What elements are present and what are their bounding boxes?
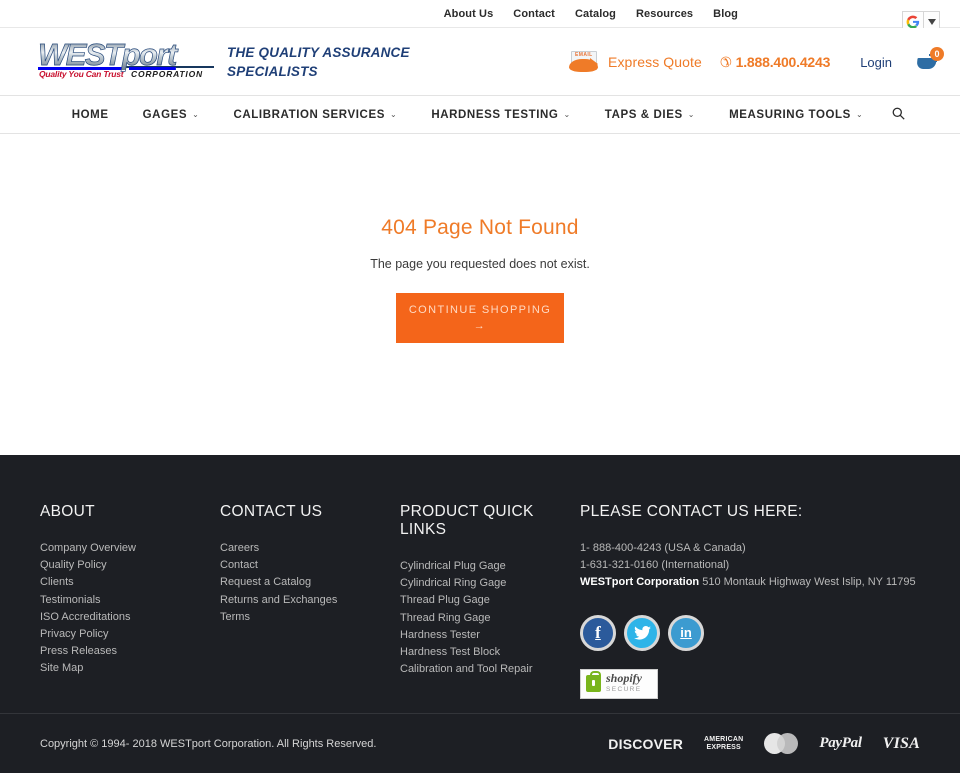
- footer-heading-product-quick-links: PRODUCT QUICK LINKS: [400, 503, 534, 538]
- amex-line-2: EXPRESS: [706, 743, 741, 751]
- phone-number-link[interactable]: 1.888.400.4243: [736, 54, 831, 70]
- twitter-icon[interactable]: [624, 614, 660, 651]
- footer-link-press-releases[interactable]: Press Releases: [40, 643, 220, 660]
- chevron-down-icon: ⌄: [687, 110, 696, 119]
- arrow-right-icon: →: [473, 320, 487, 332]
- footer-link-contact[interactable]: Contact: [220, 557, 400, 574]
- cart-count-badge: 0: [930, 47, 944, 61]
- tagline-line-2: SPECIALISTS: [227, 63, 318, 79]
- tagline-line-1: THE QUALITY ASSURANCE: [227, 44, 410, 60]
- login-link[interactable]: Login: [860, 55, 892, 70]
- chevron-down-icon: ⌄: [855, 110, 864, 119]
- footer-column-product-quick-links: PRODUCT QUICK LINKS Cylindrical Plug Gag…: [400, 503, 580, 699]
- footer-bottom-bar: Copyright © 1994- 2018 WESTport Corporat…: [0, 713, 960, 773]
- continue-shopping-label: CONTINUE SHOPPING: [408, 304, 552, 316]
- footer-address: WESTport Corporation 510 Montauk Highway…: [580, 574, 920, 591]
- main-content: 404 Page Not Found The page you requeste…: [0, 134, 960, 455]
- linkedin-icon[interactable]: in: [668, 614, 704, 651]
- footer-link-hardness-test-block[interactable]: Hardness Test Block: [400, 644, 580, 661]
- chevron-down-icon: ⌄: [192, 110, 200, 119]
- footer-link-terms[interactable]: Terms: [220, 609, 400, 626]
- visa-icon: VISA: [882, 734, 920, 752]
- footer-link-hardness-tester[interactable]: Hardness Tester: [400, 627, 580, 644]
- logo-text-port: port: [121, 36, 177, 72]
- nav-item-calibration-services[interactable]: CALIBRATION SERVICES ⌄: [216, 109, 414, 121]
- payment-methods: DISCOVER AMERICAN EXPRESS PayPal VISA: [608, 733, 920, 754]
- nav-label: CALIBRATION SERVICES: [233, 108, 385, 121]
- footer-link-thread-plug-gage[interactable]: Thread Plug Gage: [400, 592, 580, 609]
- nav-label: MEASURING TOOLS: [729, 108, 851, 121]
- email-envelope-icon: EMAIL: [568, 47, 602, 77]
- search-icon[interactable]: [892, 107, 905, 123]
- footer-link-privacy-policy[interactable]: Privacy Policy: [40, 626, 220, 643]
- footer-phone-international: 1-631-321-0160 (International): [580, 559, 730, 572]
- footer-link-clients[interactable]: Clients: [40, 574, 220, 591]
- lock-icon: [586, 671, 601, 693]
- footer-link-iso-accreditations[interactable]: ISO Accreditations: [40, 609, 220, 626]
- nav-label: TAPS & DIES: [604, 108, 683, 121]
- nav-item-hardness-testing[interactable]: HARDNESS TESTING ⌄: [414, 109, 587, 121]
- topbar-link-blog[interactable]: Blog: [713, 8, 738, 20]
- footer-link-thread-ring-gage[interactable]: Thread Ring Gage: [400, 610, 580, 627]
- footer-heading-contact-us: CONTACT US: [220, 503, 323, 520]
- amex-line-1: AMERICAN: [704, 735, 744, 743]
- footer-link-testimonials[interactable]: Testimonials: [40, 592, 220, 609]
- nav-item-gages[interactable]: GAGES ⌄: [126, 109, 217, 121]
- topbar-link-contact[interactable]: Contact: [513, 8, 555, 20]
- footer-link-request-a-catalog[interactable]: Request a Catalog: [220, 574, 400, 591]
- footer-link-company-overview[interactable]: Company Overview: [40, 540, 220, 557]
- copyright-text: Copyright © 1994- 2018 WESTport Corporat…: [40, 737, 377, 750]
- discover-icon: DISCOVER: [608, 735, 684, 752]
- nav-label: HOME: [71, 108, 109, 121]
- footer-phone-usa: 1- 888-400-4243 (USA & Canada): [580, 542, 746, 554]
- footer-link-cylindrical-ring-gage[interactable]: Cylindrical Ring Gage: [400, 575, 580, 592]
- footer-link-returns-and-exchanges[interactable]: Returns and Exchanges: [220, 592, 400, 609]
- shopify-secure-label: SECURE: [606, 685, 642, 693]
- nav-label: HARDNESS TESTING: [431, 108, 559, 121]
- chevron-down-icon: ⌄: [563, 110, 571, 119]
- mastercard-icon: [764, 733, 799, 754]
- main-navigation: HOME GAGES ⌄ CALIBRATION SERVICES ⌄ HARD…: [0, 96, 960, 134]
- chevron-down-icon: ⌄: [390, 110, 398, 119]
- nav-item-measuring-tools[interactable]: MEASURING TOOLS ⌄: [712, 109, 880, 121]
- topbar-link-about-us[interactable]: About Us: [444, 8, 494, 20]
- footer-address-text: 510 Montauk Highway West Islip, NY 11795: [699, 576, 916, 589]
- shopify-secure-badge: shopify SECURE: [580, 668, 658, 699]
- page-subtitle: The page you requested does not exist.: [370, 257, 590, 271]
- nav-item-taps-and-dies[interactable]: TAPS & DIES ⌄: [588, 109, 712, 121]
- social-links: f in: [580, 614, 920, 651]
- logo-text-west: WEST: [38, 36, 124, 72]
- site-footer: ABOUT Company Overview Quality Policy Cl…: [0, 455, 960, 713]
- footer-link-careers[interactable]: Careers: [220, 540, 400, 557]
- site-logo[interactable]: WESTport Quality You Can Trust CORPORATI…: [38, 36, 214, 84]
- footer-column-contact-here: PLEASE CONTACT US HERE: 1- 888-400-4243 …: [580, 503, 920, 699]
- express-quote-link[interactable]: Express Quote: [608, 54, 702, 70]
- footer-heading-about: ABOUT: [40, 503, 95, 520]
- site-header: WESTport Quality You Can Trust CORPORATI…: [0, 28, 960, 96]
- continue-shopping-button[interactable]: CONTINUE SHOPPING →: [396, 293, 564, 343]
- nav-item-home[interactable]: HOME: [55, 109, 126, 121]
- footer-company-name: WESTport Corporation: [580, 576, 700, 589]
- facebook-icon[interactable]: f: [580, 614, 616, 651]
- footer-link-cylindrical-plug-gage[interactable]: Cylindrical Plug Gage: [400, 558, 580, 575]
- header-tagline: THE QUALITY ASSURANCE SPECIALISTS: [227, 43, 432, 81]
- footer-link-site-map[interactable]: Site Map: [40, 660, 220, 677]
- cart-button[interactable]: 0: [916, 47, 944, 75]
- shopify-label: shopify: [606, 670, 642, 685]
- topbar-link-resources[interactable]: Resources: [636, 8, 693, 20]
- topbar-link-catalog[interactable]: Catalog: [575, 8, 616, 20]
- header-phone[interactable]: ✆ 1.888.400.4243: [720, 54, 830, 71]
- page-title: 404 Page Not Found: [381, 216, 579, 239]
- nav-label: GAGES: [142, 108, 188, 121]
- phone-icon: ✆: [719, 53, 732, 70]
- footer-column-about: ABOUT Company Overview Quality Policy Cl…: [40, 503, 220, 699]
- top-utility-bar: About Us Contact Catalog Resources Blog: [0, 0, 960, 33]
- paypal-icon: PayPal: [819, 735, 862, 751]
- footer-link-quality-policy[interactable]: Quality Policy: [40, 557, 220, 574]
- logo-wordmark: WESTport: [38, 36, 213, 72]
- footer-column-contact-us: CONTACT US Careers Contact Request a Cat…: [220, 503, 400, 699]
- footer-heading-please-contact-us-here: PLEASE CONTACT US HERE:: [580, 503, 803, 520]
- amex-icon: AMERICAN EXPRESS: [704, 736, 743, 752]
- footer-link-calibration-and-tool-repair[interactable]: Calibration and Tool Repair: [400, 661, 580, 678]
